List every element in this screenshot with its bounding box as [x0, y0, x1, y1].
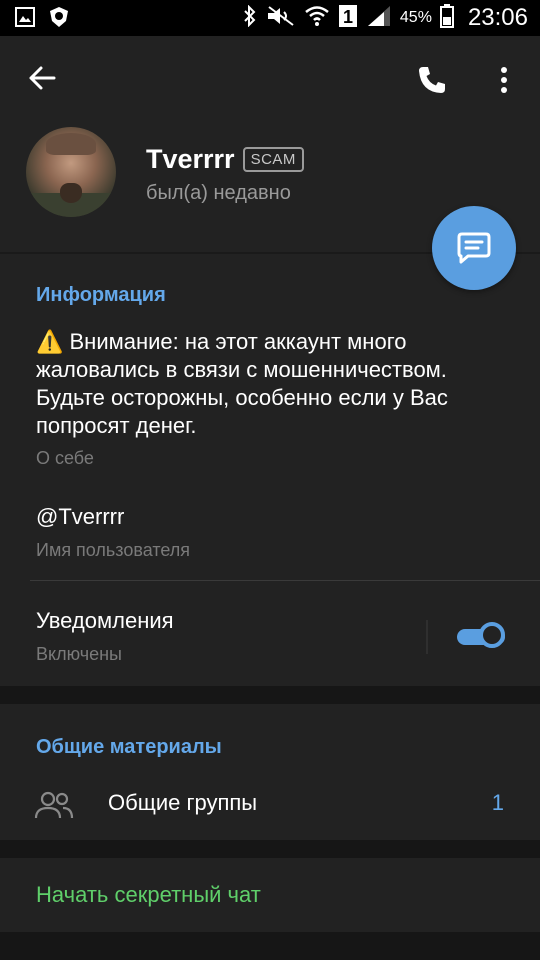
username-label: Имя пользователя: [36, 540, 191, 560]
battery-percent: 45%: [399, 9, 432, 26]
divider: [426, 620, 428, 654]
battery-icon: [439, 3, 454, 33]
common-groups-label: Общие группы: [108, 790, 258, 815]
shared-media-section: Общие материалы Общие группы 1: [0, 704, 540, 840]
common-groups-count: 1: [491, 790, 504, 815]
more-vertical-icon: [501, 67, 507, 93]
bluetooth-icon: [242, 4, 258, 32]
signal-icon: [366, 4, 392, 33]
call-button[interactable]: [412, 60, 452, 100]
profile-name: Tverrrr: [146, 144, 235, 174]
info-section-title: Информация: [36, 284, 166, 306]
bio-text[interactable]: ⚠️ Внимание: на этот аккаунт много жалов…: [36, 328, 516, 440]
mute-icon: [266, 5, 296, 32]
profile-name-row: Tverrrr SCAM: [146, 144, 304, 175]
section-gap: [0, 686, 540, 704]
message-icon: [457, 232, 491, 264]
more-options-button[interactable]: [486, 60, 522, 100]
svg-text:1: 1: [343, 7, 353, 27]
shield-app-icon: [48, 6, 70, 28]
notifications-label[interactable]: Уведомления: [36, 608, 174, 634]
common-groups-row[interactable]: Общие группы 1: [0, 774, 540, 834]
arrow-left-icon: [29, 66, 56, 90]
notifications-state: Включены: [36, 644, 122, 664]
avatar[interactable]: [26, 127, 116, 217]
info-section: Информация ⚠️ Внимание: на этот аккаунт …: [0, 252, 540, 688]
notifications-toggle[interactable]: [455, 621, 509, 653]
start-secret-chat-button[interactable]: Начать секретный чат: [36, 882, 261, 908]
phone-icon: [419, 67, 445, 93]
last-seen-status: был(а) недавно: [146, 182, 291, 204]
secret-chat-section: Начать секретный чат: [0, 858, 540, 932]
gallery-icon: [14, 6, 36, 28]
status-bar: 1 45% 23:06: [0, 0, 540, 36]
clock: 23:06: [467, 4, 528, 31]
shared-section-title: Общие материалы: [36, 736, 222, 758]
group-icon: [34, 790, 74, 820]
bio-label: О себе: [36, 448, 94, 468]
divider: [30, 580, 540, 581]
sim-1-icon: 1: [338, 4, 358, 33]
wifi-icon: [304, 5, 330, 32]
send-message-button[interactable]: [432, 206, 516, 290]
scam-badge: SCAM: [242, 147, 304, 172]
back-button[interactable]: [24, 60, 60, 96]
section-gap: [0, 840, 540, 858]
username-value[interactable]: @Tverrrr: [36, 504, 124, 530]
